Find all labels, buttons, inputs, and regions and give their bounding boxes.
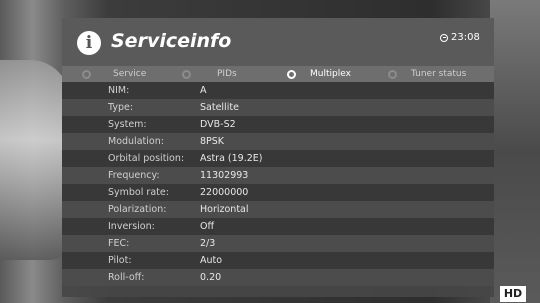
radio-icon [82, 69, 91, 79]
row-value: 0.20 [200, 272, 222, 283]
row-value: Auto [200, 255, 223, 266]
clock: 23:08 [440, 32, 480, 43]
radio-icon [182, 69, 191, 79]
hd-badge: HD [500, 286, 526, 302]
tab-service[interactable]: Service [82, 66, 146, 82]
row-value: DVB-S2 [200, 119, 236, 130]
row-key: Pilot: [108, 255, 132, 266]
page-title: Serviceinfo [111, 30, 232, 52]
row-key: Roll-off: [108, 272, 145, 283]
list-item: NIM: A [62, 82, 494, 99]
row-key: FEC: [108, 238, 130, 249]
list-item: Symbol rate: 22000000 [62, 184, 494, 201]
tab-label: PIDs [217, 69, 237, 79]
row-key: Orbital position: [108, 153, 185, 164]
background-car-image [0, 60, 70, 260]
row-key: Symbol rate: [108, 187, 169, 198]
tab-multiplex[interactable]: Multiplex [287, 66, 351, 82]
background-right-image [490, 0, 540, 303]
row-value: 8PSK [200, 136, 225, 147]
radio-selected-icon [287, 69, 296, 79]
multiplex-info-list: NIM: A Type: Satellite System: DVB-S2 Modul… [62, 82, 494, 286]
row-key: Modulation: [108, 136, 164, 147]
row-key: Type: [108, 102, 134, 113]
row-key: Frequency: [108, 170, 160, 181]
radio-icon [388, 69, 397, 79]
row-key: Inversion: [108, 221, 155, 232]
clock-time: 23:08 [451, 32, 480, 43]
tab-label: Tuner status [411, 69, 467, 79]
tab-tuner-status[interactable]: Tuner status [388, 66, 466, 82]
tab-pids[interactable]: PIDs [182, 66, 237, 82]
clock-icon [440, 33, 448, 42]
list-item: FEC: 2/3 [62, 235, 494, 252]
row-value: Satellite [200, 102, 239, 113]
tab-label: Service [113, 69, 147, 79]
row-value: A [200, 85, 207, 96]
list-item: Inversion: Off [62, 218, 494, 235]
row-value: 22000000 [200, 187, 249, 198]
list-item: System: DVB-S2 [62, 116, 494, 133]
list-item: Frequency: 11302993 [62, 167, 494, 184]
list-item: Type: Satellite [62, 99, 494, 116]
list-item: Orbital position: Astra (19.2E) [62, 150, 494, 167]
row-value: 2/3 [200, 238, 216, 249]
row-value: Horizontal [200, 204, 249, 215]
row-value: Off [200, 221, 215, 232]
info-icon: i [77, 31, 101, 55]
tab-label: Multiplex [310, 69, 351, 79]
list-item: Pilot: Auto [62, 252, 494, 269]
row-value: Astra (19.2E) [200, 153, 263, 164]
row-value: 11302993 [200, 170, 249, 181]
list-item: Polarization: Horizontal [62, 201, 494, 218]
row-key: System: [108, 119, 147, 130]
tab-bar: Service PIDs Multiplex Tuner status [62, 66, 494, 82]
list-item: Modulation: 8PSK [62, 133, 494, 150]
row-key: NIM: [108, 85, 130, 96]
row-key: Polarization: [108, 204, 167, 215]
list-item: Roll-off: 0.20 [62, 269, 494, 286]
